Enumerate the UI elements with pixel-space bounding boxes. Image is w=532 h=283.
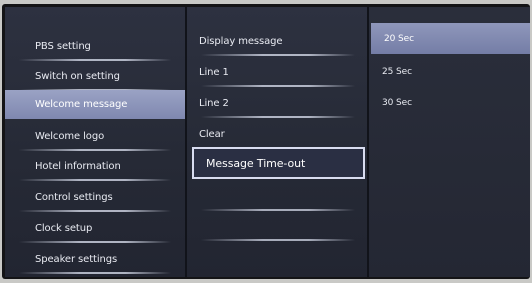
menu-item-label: Welcome message (35, 99, 128, 110)
menu-item-label: Clock setup (35, 223, 93, 234)
menu-item-pbs-setting[interactable]: PBS setting (5, 32, 185, 61)
option-label: 20 Sec (384, 33, 414, 44)
menu-item-control-settings[interactable]: Control settings (5, 183, 185, 212)
menu-item-label: Hotel information (35, 161, 121, 172)
option-label: 25 Sec (382, 66, 412, 77)
option-25-sec[interactable]: 25 Sec (369, 57, 530, 86)
options-panel: 20 Sec 25 Sec 30 Sec (367, 7, 530, 277)
submenu-item-label: Clear (199, 129, 225, 140)
submenu-item-label: Line 2 (199, 98, 229, 109)
submenu-panel: Display message Line 1 Line 2 Clear Mess… (185, 7, 369, 277)
submenu-item-line-2[interactable]: Line 2 (187, 89, 369, 118)
main-menu-panel: PBS setting Switch on setting Welcome me… (5, 7, 185, 277)
submenu-item-label: Display message (199, 36, 283, 47)
tv-screen: PBS setting Switch on setting Welcome me… (5, 7, 530, 277)
submenu-item-label: Line 1 (199, 67, 229, 78)
menu-item-welcome-message[interactable]: Welcome message (5, 90, 185, 119)
submenu-item-label: Message Time-out (206, 156, 306, 170)
empty-row-divider (201, 239, 355, 241)
empty-row-divider (201, 209, 355, 211)
submenu-item-clear[interactable]: Clear (187, 120, 369, 149)
option-20-sec[interactable]: 20 Sec (371, 23, 530, 54)
menu-item-clock-setup[interactable]: Clock setup (5, 214, 185, 243)
menu-item-label: Welcome logo (35, 131, 105, 142)
menu-item-label: Speaker settings (35, 254, 118, 265)
tv-bezel: PBS setting Switch on setting Welcome me… (2, 4, 530, 279)
menu-item-label: Control settings (35, 192, 113, 203)
submenu-item-display-message[interactable]: Display message (187, 27, 369, 56)
menu-item-label: PBS setting (35, 41, 91, 52)
submenu-item-message-time-out[interactable]: Message Time-out (192, 147, 365, 179)
menu-item-welcome-logo[interactable]: Welcome logo (5, 122, 185, 151)
menu-item-hotel-information[interactable]: Hotel information (5, 152, 185, 181)
option-label: 30 Sec (382, 97, 412, 108)
menu-item-switch-on-setting[interactable]: Switch on setting (5, 62, 185, 91)
option-30-sec[interactable]: 30 Sec (369, 88, 530, 117)
menu-item-speaker-settings[interactable]: Speaker settings (5, 245, 185, 274)
menu-item-label: Switch on setting (35, 71, 120, 82)
submenu-item-line-1[interactable]: Line 1 (187, 58, 369, 87)
